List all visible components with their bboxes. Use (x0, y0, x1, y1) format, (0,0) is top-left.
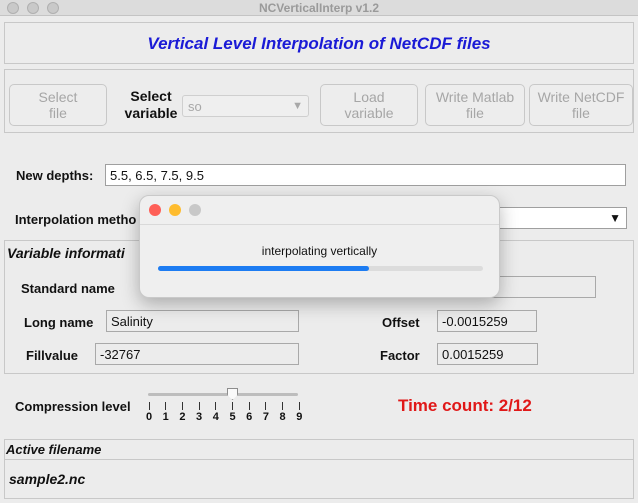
slider-tick-8: 8 (277, 402, 289, 423)
tick-mark (148, 402, 150, 410)
slider-tick-5: 5 (227, 402, 239, 423)
load-variable-label-line2: variable (344, 105, 394, 121)
interpolation-method-label: Interpolation metho (15, 212, 137, 227)
progress-dialog: interpolating vertically (139, 195, 500, 298)
slider-tick-3: 3 (193, 402, 205, 423)
load-variable-button[interactable]: Load variable (320, 84, 418, 126)
time-count: Time count: 2/12 (398, 396, 532, 415)
dialog-divider (140, 224, 499, 225)
load-variable-label-line1: Load (353, 89, 385, 105)
interpolation-method-select[interactable]: ▼ (496, 207, 627, 229)
compression-level-label: Compression level (15, 399, 131, 414)
slider-tick-0: 0 (143, 402, 155, 423)
factor-field: 0.0015259 (437, 343, 538, 365)
dialog-minimize-button[interactable] (169, 204, 181, 216)
tick-mark (248, 402, 250, 410)
app-heading: Vertical Level Interpolation of NetCDF f… (147, 34, 491, 53)
slider-tick-1: 1 (160, 402, 172, 423)
tick-label: 1 (162, 411, 169, 423)
variable-select[interactable]: so ▼ (182, 95, 309, 117)
tick-label: 2 (179, 411, 186, 423)
slider-tick-2: 2 (176, 402, 188, 423)
write-netcdf-button[interactable]: Write NetCDF file (529, 84, 633, 126)
tick-mark (165, 402, 167, 410)
chevron-down-icon: ▼ (292, 100, 303, 112)
slider-tick-9: 9 (293, 402, 305, 423)
tick-mark (181, 402, 183, 410)
tick-mark (198, 402, 200, 410)
tick-mark (282, 402, 284, 410)
write-netcdf-label-line2: file (572, 105, 590, 121)
slider-tick-7: 7 (260, 402, 272, 423)
fillvalue-label: Fillvalue (26, 348, 79, 363)
progress-bar-fill (158, 266, 370, 271)
tick-mark (265, 402, 267, 410)
tick-label: 9 (296, 411, 303, 423)
tick-label: 7 (262, 411, 269, 423)
factor-label: Factor (380, 348, 420, 363)
tick-mark (298, 402, 300, 410)
tick-label: 6 (246, 411, 253, 423)
window-title: NCVerticalInterp v1.2 (258, 1, 380, 15)
active-filename: sample2.nc (9, 471, 86, 487)
write-matlab-button[interactable]: Write Matlab file (425, 84, 525, 126)
tick-label: 0 (145, 411, 153, 423)
tick-label: 4 (212, 411, 219, 423)
write-netcdf-label-line1: Write NetCDF (537, 89, 625, 105)
active-filename-panel: Active filename sample2.nc (4, 439, 634, 499)
select-variable-label: Select variable (116, 88, 186, 122)
write-matlab-label-line2: file (466, 105, 484, 121)
write-matlab-label-line1: Write Matlab (435, 89, 515, 105)
slider-handle[interactable] (227, 388, 238, 400)
dialog-close-button[interactable] (149, 204, 161, 216)
heading-panel: Vertical Level Interpolation of NetCDF f… (4, 22, 634, 64)
long-name-field: Salinity (106, 310, 299, 332)
long-name-label: Long name (24, 315, 94, 330)
standard-name-label: Standard name (21, 281, 115, 296)
window-titlebar: NCVerticalInterp v1.2 (0, 0, 638, 16)
fillvalue-field: -32767 (95, 343, 299, 365)
select-file-label-line1: Select (38, 89, 78, 105)
tick-mark (215, 402, 217, 410)
tick-label: 3 (196, 411, 203, 423)
slider-tick-6: 6 (243, 402, 255, 423)
progress-message: interpolating vertically (261, 244, 378, 258)
active-filename-header: Active filename (5, 440, 633, 460)
select-file-label-line2: file (49, 105, 67, 121)
new-depths-input[interactable]: 5.5, 6.5, 7.5, 9.5 (105, 164, 626, 186)
chevron-down-icon: ▼ (609, 211, 621, 225)
tick-label: 5 (229, 411, 236, 423)
slider-track (148, 393, 298, 396)
tick-label: 8 (279, 411, 286, 423)
offset-field: -0.0015259 (437, 310, 537, 332)
dialog-zoom-button (189, 204, 201, 216)
offset-label: Offset (382, 315, 420, 330)
select-file-button[interactable]: Select file (9, 84, 107, 126)
slider-tick-4: 4 (210, 402, 222, 423)
tick-mark (232, 402, 233, 410)
select-variable-label-line2: variable (124, 105, 178, 121)
variable-select-value: so (188, 99, 202, 114)
progress-bar (158, 266, 483, 271)
select-variable-label-line1: Select (130, 88, 172, 104)
new-depths-label: New depths: (16, 168, 94, 183)
variable-information-title: Variable informati (7, 245, 125, 261)
